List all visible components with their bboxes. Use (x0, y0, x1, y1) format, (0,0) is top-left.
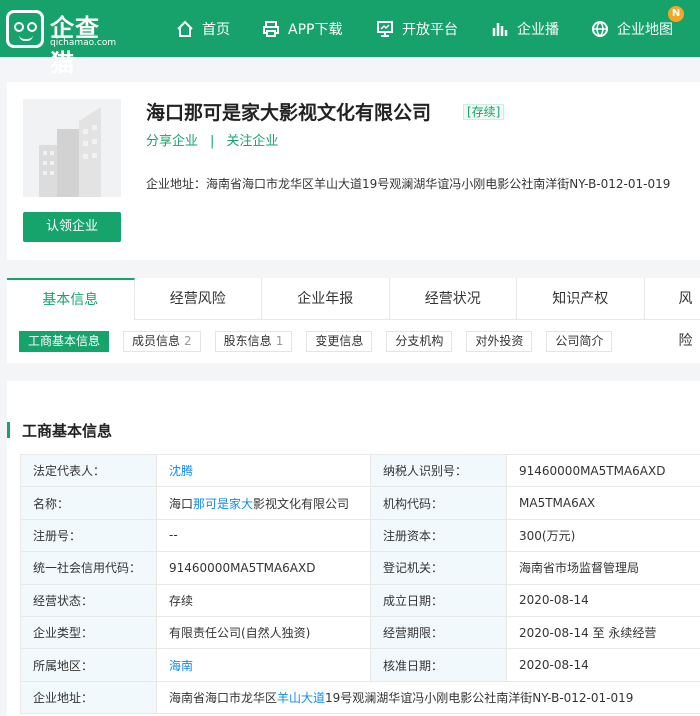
nav-label: 企业地图 (617, 21, 673, 38)
label-company-type: 企业类型： (20, 615, 157, 650)
value-legal-rep: 沈腾 (156, 453, 371, 488)
table-row: 注册号： -- 注册资本： 300(万元) (20, 518, 700, 553)
table-row: 所属地区： 海南 核准日期： 2020-08-14 (20, 648, 700, 682)
value-operating-status: 存续 (156, 583, 371, 617)
legal-rep-link[interactable]: 沈腾 (169, 464, 193, 478)
monitor-icon (377, 20, 393, 37)
nav-open-platform[interactable]: 开放平台 (376, 0, 458, 57)
value-company-type: 有限责任公司(自然人独资) (156, 615, 371, 650)
tab-basic-info[interactable]: 基本信息 (7, 278, 135, 320)
nav-label: 首页 (202, 21, 230, 38)
name-keyword-link[interactable]: 那可是家大 (193, 497, 253, 511)
globe-icon (592, 20, 608, 37)
tab-risk[interactable]: 风险 (644, 278, 700, 349)
value-address: 海南省海口市龙华区羊山大道19号观澜湖华谊冯小刚电影公社南洋街NY-B-012-… (156, 680, 700, 715)
business-info-table: 法定代表人： 沈腾 纳税人识别号： 91460000MA5TMA6AXD 名称：… (20, 453, 700, 715)
subtab-investments[interactable]: 对外投资 (466, 331, 533, 352)
nav-label: 企业播 (517, 21, 559, 38)
table-row: 企业类型： 有限责任公司(自然人独资) 经营期限： 2020-08-14 至 永… (20, 615, 700, 650)
nav-home[interactable]: 首页 (176, 0, 230, 57)
subtab-company-profile[interactable]: 公司简介 (546, 331, 613, 352)
subtab-branches[interactable]: 分支机构 (386, 331, 453, 352)
value-taxpayer-id: 91460000MA5TMA6AXD (506, 453, 700, 488)
logo-icon (6, 10, 44, 48)
table-row: 企业地址： 海南省海口市龙华区羊山大道19号观澜湖华谊冯小刚电影公社南洋街NY-… (20, 680, 700, 715)
tab-operation-risk[interactable]: 经营风险 (134, 278, 262, 320)
company-card: 认领企业 海口那可是家大影视文化有限公司 [存续] 分享企业 | 关注企业 企业地址… (7, 82, 700, 260)
subtab-shareholders[interactable]: 股东信息 1 (214, 331, 293, 352)
label-reg-capital: 注册资本： (370, 518, 507, 553)
business-info-section: 工商基本信息 法定代表人： 沈腾 纳税人识别号： 91460000MA5TMA6… (7, 381, 700, 716)
tab-panel: 基本信息 经营风险 企业年报 经营状况 知识产权 风险 工商基本信息 成员信息 2… (7, 278, 700, 363)
label-founded-date: 成立日期： (370, 583, 507, 617)
table-row: 名称： 海口那可是家大影视文化有限公司 机构代码： MA5TMA6AX (20, 486, 700, 520)
address-label: 企业地址： (146, 177, 207, 191)
value-reg-capital: 300(万元) (506, 518, 700, 553)
region-link[interactable]: 海南 (169, 659, 193, 673)
table-row: 统一社会信用代码： 91460000MA5TMA6AXD 登记机关： 海南省市场… (20, 551, 700, 585)
follow-company-link[interactable]: 关注企业 (226, 134, 278, 149)
label-address: 企业地址： (20, 680, 157, 715)
claim-company-button[interactable]: 认领企业 (23, 212, 121, 242)
label-legal-rep: 法定代表人： (20, 453, 157, 488)
table-row: 法定代表人： 沈腾 纳税人识别号： 91460000MA5TMA6AXD (20, 453, 700, 488)
nav-label: 开放平台 (402, 21, 458, 38)
subtab-changes[interactable]: 变更信息 (306, 331, 373, 352)
label-name: 名称： (20, 486, 157, 520)
separator: | (210, 134, 215, 149)
section-accent-bar (7, 422, 10, 438)
nav-app-download[interactable]: APP下载 (262, 0, 342, 57)
subtab-members[interactable]: 成员信息 2 (123, 331, 201, 352)
address-road-link[interactable]: 羊山大道 (277, 691, 325, 705)
value-approval-date: 2020-08-14 (506, 648, 700, 682)
tab-annual-report[interactable]: 企业年报 (262, 278, 390, 320)
label-approval-date: 核准日期： (370, 648, 507, 682)
bar-chart-icon (492, 22, 508, 36)
label-operating-status: 经营状态： (20, 583, 157, 617)
value-founded-date: 2020-08-14 (506, 583, 700, 617)
nav-company-map[interactable]: 企业地图 (591, 0, 673, 57)
home-icon (177, 20, 193, 37)
site-logo[interactable]: 企查猫 qichamao.com (6, 8, 118, 77)
building-icon (39, 107, 101, 197)
label-business-term: 经营期限： (370, 615, 507, 650)
logo-subtext: qichamao.com (50, 38, 117, 48)
label-credit-code: 统一社会信用代码： (20, 551, 157, 585)
label-region: 所属地区： (20, 648, 157, 682)
subtab-business-info[interactable]: 工商基本信息 (19, 331, 110, 352)
label-taxpayer-id: 纳税人识别号： (370, 453, 507, 488)
top-navbar: 企查猫 qichamao.com 首页 APP下载 开放平台 企业播 企业地图 … (0, 0, 700, 77)
value-org-code: MA5TMA6AX (506, 486, 700, 520)
value-region: 海南 (156, 648, 371, 682)
company-actions: 分享企业 | 关注企业 (146, 130, 278, 149)
table-row: 经营状态： 存续 成立日期： 2020-08-14 (20, 583, 700, 617)
company-logo-placeholder (23, 99, 121, 197)
main-tabs: 基本信息 经营风险 企业年报 经营状况 知识产权 风险 (7, 278, 700, 349)
tab-intellectual-property[interactable]: 知识产权 (517, 278, 645, 320)
label-reg-authority: 登记机关： (370, 551, 507, 585)
company-address: 企业地址：海南省海口市龙华区羊山大道19号观澜湖华谊冯小刚电影公社南洋街NY-B… (146, 175, 670, 192)
value-credit-code: 91460000MA5TMA6AXD (156, 551, 371, 585)
address-value: 海南省海口市龙华区羊山大道19号观澜湖华谊冯小刚电影公社南洋街NY-B-012-… (206, 177, 671, 191)
nav-label: APP下载 (288, 21, 343, 38)
share-company-link[interactable]: 分享企业 (146, 134, 198, 149)
printer-icon (263, 20, 279, 37)
label-org-code: 机构代码： (370, 486, 507, 520)
new-badge: N (668, 6, 684, 22)
value-reg-number: -- (156, 518, 371, 553)
section-title: 工商基本信息 (22, 422, 113, 440)
value-reg-authority: 海南省市场监督管理局 (506, 551, 700, 585)
company-name: 海口那可是家大影视文化有限公司 (146, 102, 432, 124)
status-badge: [存续] (463, 104, 505, 120)
label-reg-number: 注册号： (20, 518, 157, 553)
value-name: 海口那可是家大影视文化有限公司 (156, 486, 371, 520)
value-business-term: 2020-08-14 至 永续经营 (506, 615, 700, 650)
sub-tabs: 工商基本信息 成员信息 2 股东信息 1 变更信息 分支机构 对外投资 公司简介 (19, 331, 626, 352)
tab-operation-status[interactable]: 经营状况 (389, 278, 517, 320)
nav-company-broadcast[interactable]: 企业播 (491, 0, 559, 57)
